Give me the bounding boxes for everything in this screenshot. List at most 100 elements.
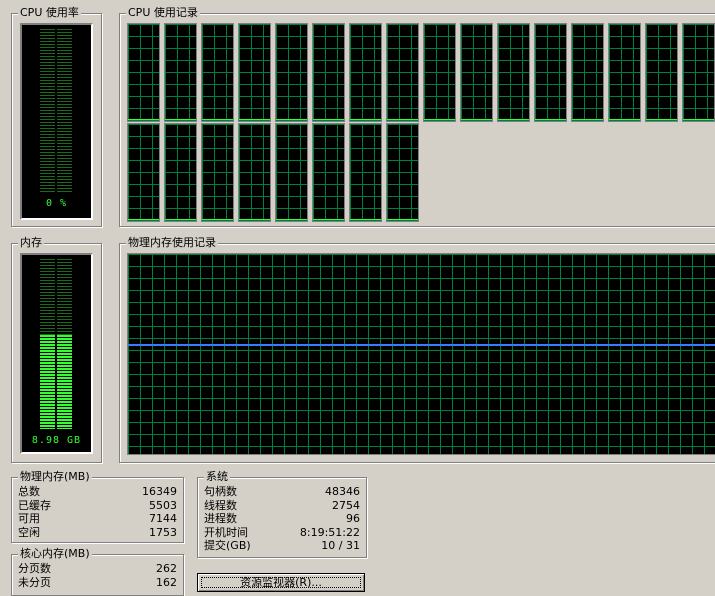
cpu-core-graph	[423, 23, 456, 122]
cpu-core-usage-line	[239, 219, 270, 220]
memory-history-line	[128, 344, 715, 346]
cpu-core-usage-line	[498, 119, 529, 120]
cpu-meter-column-left	[40, 29, 55, 194]
stat-value: 10 / 31	[321, 539, 360, 552]
stat-label: 未分页	[18, 575, 51, 589]
cpu-core-graph	[682, 23, 715, 122]
cpu-core-graph	[127, 123, 160, 222]
cpu-usage-value: 0 %	[45, 198, 68, 209]
stat-row: 句柄数 48346	[204, 485, 360, 498]
stat-row: 未分页 162	[18, 576, 177, 589]
stat-value: 96	[346, 512, 360, 525]
system-title: 系统	[204, 470, 230, 484]
stat-label: 空闲	[18, 525, 40, 539]
stat-row: 提交(GB) 10 / 31	[204, 539, 360, 552]
cpu-core-graph	[608, 23, 641, 122]
cpu-core-usage-line	[239, 119, 270, 120]
stat-label: 已缓存	[18, 498, 51, 512]
kernel-memory-title: 核心内存(MB)	[18, 547, 92, 561]
cpu-core-usage-line	[128, 219, 159, 220]
cpu-core-usage-line	[313, 219, 344, 220]
cpu-core-usage-line	[165, 219, 196, 220]
cpu-core-usage-line	[165, 119, 196, 120]
stat-value: 7144	[149, 512, 177, 525]
cpu-core-graph	[275, 123, 308, 222]
kernel-memory-group: 核心内存(MB) 分页数 262 未分页 162	[11, 547, 184, 596]
memory-group: 内存 8.98 GB	[11, 236, 102, 463]
resource-monitor-button[interactable]: 资源监视器(R)...	[197, 573, 365, 592]
cpu-usage-group: CPU 使用率 0 %	[11, 6, 102, 227]
memory-meter-fill-left	[40, 335, 55, 429]
physical-memory-group: 物理内存(MB) 总数 16349 已缓存 5503 可用 7144 空闲 1753	[11, 470, 184, 543]
stat-value: 16349	[142, 485, 177, 498]
stat-value: 262	[156, 562, 177, 575]
stat-row: 总数 16349	[18, 485, 177, 498]
stat-label: 句柄数	[204, 485, 237, 498]
cpu-core-graph	[349, 23, 382, 122]
stat-label: 提交(GB)	[204, 539, 251, 552]
cpu-core-usage-line	[313, 119, 344, 120]
stat-value: 162	[156, 575, 177, 589]
cpu-core-graph	[275, 23, 308, 122]
cpu-core-graph	[312, 23, 345, 122]
cpu-core-graph	[349, 123, 382, 222]
stat-value: 5503	[149, 498, 177, 512]
cpu-meter-column-right	[57, 29, 72, 194]
cpu-core-graph	[571, 23, 604, 122]
cpu-core-graph	[164, 123, 197, 222]
cpu-core-usage-line	[276, 119, 307, 120]
stat-row: 分页数 262	[18, 562, 177, 575]
cpu-core-usage-line	[202, 219, 233, 220]
cpu-core-graph	[127, 23, 160, 122]
stat-row: 可用 7144	[18, 512, 177, 525]
cpu-core-graph	[534, 23, 567, 122]
cpu-core-usage-line	[276, 219, 307, 220]
cpu-core-usage-line	[350, 119, 381, 120]
stat-value: 2754	[332, 498, 360, 512]
memory-meter: 8.98 GB	[20, 253, 93, 454]
cpu-core-usage-line	[572, 119, 603, 120]
cpu-core-graph	[645, 23, 678, 122]
cpu-core-usage-line	[535, 119, 566, 120]
cpu-core-graph	[238, 23, 271, 122]
cpu-core-usage-line	[683, 119, 714, 120]
stat-row: 已缓存 5503	[18, 499, 177, 512]
memory-history-title: 物理内存使用记录	[126, 236, 218, 250]
cpu-core-usage-line	[387, 119, 418, 120]
stat-value: 48346	[325, 485, 360, 498]
stat-label: 可用	[18, 512, 40, 525]
cpu-core-usage-line	[202, 119, 233, 120]
memory-title: 内存	[18, 236, 44, 250]
stat-row: 开机时间 8:19:51:22	[204, 526, 360, 539]
cpu-core-usage-line	[461, 119, 492, 120]
cpu-core-graph	[238, 123, 271, 222]
memory-history-graph	[127, 253, 715, 455]
physical-memory-title: 物理内存(MB)	[18, 470, 92, 484]
cpu-core-usage-line	[424, 119, 455, 120]
cpu-core-graph	[460, 23, 493, 122]
cpu-core-graph	[201, 23, 234, 122]
cpu-core-graph	[164, 23, 197, 122]
cpu-usage-title: CPU 使用率	[18, 6, 81, 20]
stat-row: 线程数 2754	[204, 499, 360, 512]
stat-row: 空闲 1753	[18, 526, 177, 539]
resource-monitor-button-label: 资源监视器(R)...	[198, 574, 364, 591]
cpu-core-usage-line	[609, 119, 640, 120]
stat-label: 开机时间	[204, 525, 248, 539]
cpu-core-graph	[312, 123, 345, 222]
stat-label: 总数	[18, 485, 40, 498]
cpu-core-graph	[201, 123, 234, 222]
stat-label: 分页数	[18, 562, 51, 575]
stat-label: 进程数	[204, 512, 237, 525]
cpu-core-usage-line	[350, 219, 381, 220]
stat-value: 1753	[149, 525, 177, 539]
stat-value: 8:19:51:22	[299, 525, 360, 539]
memory-meter-fill-right	[57, 335, 72, 429]
system-group: 系统 句柄数 48346 线程数 2754 进程数 96 开机时间 8:19:51:22 提交(…	[197, 470, 367, 558]
cpu-core-graph	[386, 23, 419, 122]
cpu-usage-meter: 0 %	[20, 23, 93, 220]
cpu-core-usage-line	[128, 119, 159, 120]
stat-label: 线程数	[204, 498, 237, 512]
stat-row: 进程数 96	[204, 512, 360, 525]
cpu-core-graph	[497, 23, 530, 122]
